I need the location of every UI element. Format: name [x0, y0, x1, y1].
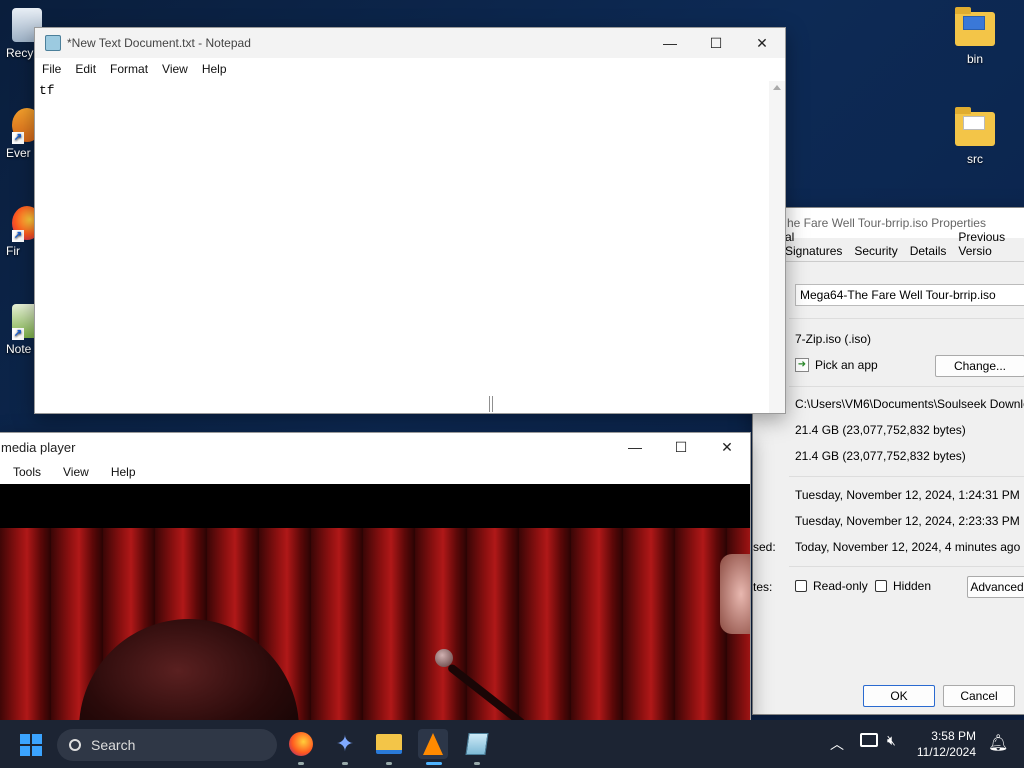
window-title: *New Text Document.txt - Notepad	[67, 36, 251, 50]
notepad-icon	[465, 733, 489, 755]
taskbar-search[interactable]: Search	[57, 729, 277, 761]
clock-time: 3:58 PM	[931, 729, 976, 743]
taskbar-clock[interactable]: 3:58 PM 11/12/2024	[917, 728, 976, 760]
desktop-icon-label: src	[967, 152, 983, 166]
taskbar-file-explorer[interactable]	[374, 729, 404, 765]
menu-edit[interactable]: Edit	[68, 62, 103, 76]
tab-previous-versions[interactable]: Previous Versio	[952, 227, 1024, 261]
tab-bar: al Signatures Security Details Previous …	[753, 230, 1024, 262]
maximize-button[interactable]: ☐	[658, 432, 704, 462]
cancel-button[interactable]: Cancel	[943, 685, 1015, 707]
desktop-icon-ever[interactable]: ↗ Ever	[0, 108, 42, 160]
bird-app-icon: ✦	[335, 731, 355, 756]
vertical-scrollbar[interactable]	[769, 81, 785, 413]
hidden-checkbox[interactable]: Hidden	[875, 579, 931, 593]
media-player-titlebar[interactable]: media player — ☐ ✕	[0, 433, 750, 461]
network-icon[interactable]	[860, 733, 878, 747]
change-button[interactable]: Change...	[935, 355, 1024, 377]
media-player-menubar: Tools View Help	[0, 461, 750, 483]
taskbar-bird-app[interactable]: ✦	[330, 729, 360, 765]
filename-field[interactable]: Mega64-The Fare Well Tour-brrip.iso	[795, 284, 1024, 306]
folder-icon	[955, 107, 995, 146]
volume-muted-icon[interactable]: 🔇︎	[887, 732, 896, 749]
taskbar: Search ✦ ︿ 🔇︎ 3:58 PM 11/12/2024 🔔︎	[0, 720, 1024, 768]
window-title: media player	[1, 439, 76, 455]
tab-security[interactable]: Security	[848, 241, 903, 261]
notepad-titlebar[interactable]: *New Text Document.txt - Notepad — ☐ ✕	[35, 28, 785, 58]
menu-tools[interactable]: Tools	[0, 465, 49, 479]
notepad-menubar: File Edit Format View Help	[35, 58, 785, 80]
opens-with-row: ➜ Pick an app	[795, 358, 878, 372]
desktop-icon-label: Fir	[6, 244, 20, 258]
checkbox-box[interactable]	[875, 580, 887, 592]
pick-app-label: Pick an app	[815, 358, 878, 372]
file-explorer-icon	[376, 734, 402, 754]
close-button[interactable]: ✕	[704, 432, 750, 462]
desktop-icon-notepad[interactable]: ↗ Note	[0, 304, 42, 356]
desktop-icon-label: bin	[966, 52, 983, 66]
notepad-window: *New Text Document.txt - Notepad — ☐ ✕ F…	[34, 27, 786, 414]
video-hand	[720, 554, 750, 634]
firefox-icon	[289, 732, 313, 756]
advanced-button[interactable]: Advanced...	[967, 576, 1024, 598]
pick-app-icon: ➜	[795, 358, 809, 372]
taskbar-firefox[interactable]	[286, 729, 316, 765]
video-area[interactable]	[0, 484, 750, 721]
taskbar-notepad[interactable]	[462, 729, 492, 765]
created-value: Tuesday, November 12, 2024, 1:24:31 PM	[795, 488, 1020, 502]
vlc-icon	[423, 733, 443, 755]
accessed-value: Today, November 12, 2024, 4 minutes ago	[795, 540, 1021, 554]
readonly-checkbox[interactable]: Read-only	[795, 579, 868, 593]
scroll-up-icon[interactable]	[773, 85, 781, 90]
menu-help[interactable]: Help	[97, 465, 144, 479]
size-value: 21.4 GB (23,077,752,832 bytes)	[795, 423, 966, 437]
desktop-icon-label: Recy	[6, 46, 34, 60]
search-placeholder: Search	[91, 737, 136, 753]
accessed-label: sed:	[753, 540, 776, 554]
desktop-icon-recycle-bin[interactable]: Recy	[0, 8, 42, 60]
menu-view[interactable]: View	[155, 62, 195, 76]
minimize-button[interactable]: —	[612, 432, 658, 462]
properties-dialog: he Fare Well Tour-brrip.iso Properties a…	[752, 207, 1024, 715]
start-button[interactable]	[20, 734, 42, 756]
ok-button[interactable]: OK	[863, 685, 935, 707]
media-player-window: media player — ☐ ✕ Tools View Help	[0, 432, 751, 722]
attributes-label: tes:	[753, 580, 773, 594]
text-editor[interactable]: tf	[35, 81, 769, 413]
show-hidden-icons-chevron-up-icon[interactable]: ︿	[830, 734, 844, 754]
search-icon	[69, 739, 81, 751]
desktop-icon-firefox[interactable]: ↗ Fir	[0, 206, 42, 258]
maximize-button[interactable]: ☐	[693, 28, 739, 58]
taskbar-vlc[interactable]	[418, 729, 448, 765]
menu-view[interactable]: View	[49, 465, 97, 479]
close-button[interactable]: ✕	[739, 28, 785, 58]
menu-file[interactable]: File	[35, 62, 68, 76]
desktop-icon-label: Ever	[6, 146, 31, 160]
menu-format[interactable]: Format	[103, 62, 155, 76]
tab-digital-signatures[interactable]: al Signatures	[779, 227, 848, 261]
hidden-label: Hidden	[893, 579, 932, 593]
video-microphone	[435, 649, 453, 667]
menu-help[interactable]: Help	[195, 62, 234, 76]
notification-bell-icon[interactable]: 🔔︎	[988, 733, 1008, 753]
tab-details[interactable]: Details	[904, 241, 953, 261]
type-value: 7-Zip.iso (.iso)	[795, 332, 872, 346]
modified-value: Tuesday, November 12, 2024, 2:23:33 PM	[795, 514, 1020, 528]
location-value: C:\Users\VM6\Documents\Soulseek Download…	[795, 397, 1024, 411]
readonly-label: Read-only	[813, 579, 868, 593]
text-cursor-icon	[489, 396, 493, 412]
size-on-disk-value: 21.4 GB (23,077,752,832 bytes)	[795, 449, 966, 463]
notepad-app-icon	[45, 35, 61, 51]
desktop-icon-label: Note	[6, 342, 32, 356]
filename-value: Mega64-The Fare Well Tour-brrip.iso	[800, 288, 996, 302]
desktop-icon-bin[interactable]: bin	[945, 7, 1005, 66]
minimize-button[interactable]: —	[647, 28, 693, 58]
clock-date: 11/12/2024	[916, 745, 976, 759]
checkbox-box[interactable]	[795, 580, 807, 592]
desktop-icon-src[interactable]: src	[945, 107, 1005, 166]
folder-icon	[955, 7, 995, 46]
